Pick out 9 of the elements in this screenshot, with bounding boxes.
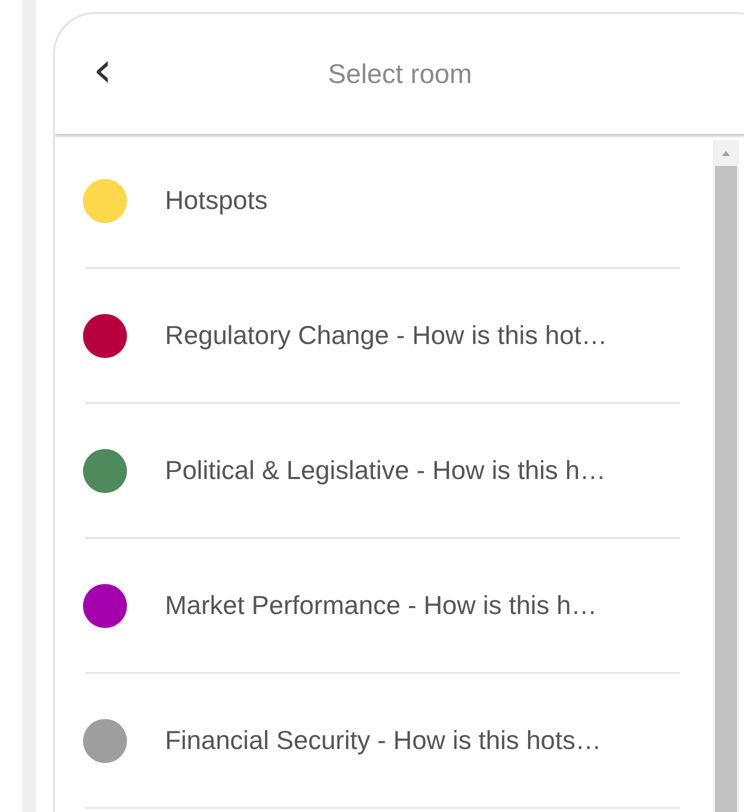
scroll-thumb[interactable] <box>715 166 737 812</box>
header-title: Select room <box>328 58 472 88</box>
room-item[interactable]: Political & Legislative - How is this h… <box>85 404 680 539</box>
room-item[interactable]: Market Performance - How is this h… <box>85 539 680 674</box>
room-item[interactable]: Hotspots <box>85 134 680 269</box>
back-button[interactable]: ‹ <box>83 46 122 102</box>
scrollbar[interactable] <box>713 140 739 812</box>
room-item[interactable]: Regulatory Change - How is this hot… <box>85 269 680 404</box>
room-item[interactable]: Financial Security - How is this hots… <box>85 674 680 809</box>
